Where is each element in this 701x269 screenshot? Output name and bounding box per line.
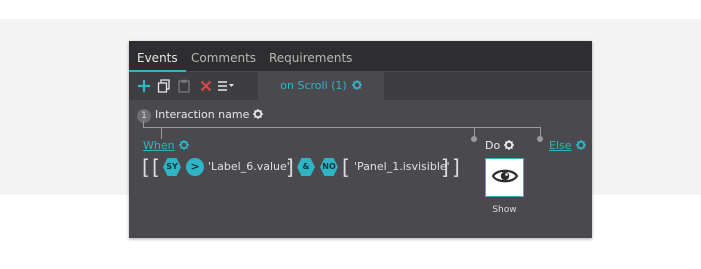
open-bracket: [ [142, 155, 150, 179]
else-label: Else [549, 139, 572, 152]
gear-icon[interactable] [575, 140, 586, 153]
close-bracket: ] [441, 155, 449, 179]
gear-icon[interactable] [178, 140, 189, 153]
copy-icon[interactable] [155, 76, 173, 96]
do-label: Do [485, 139, 501, 152]
close-bracket: ] [286, 155, 294, 179]
tab-requirements[interactable]: Requirements [269, 41, 352, 71]
list-menu-icon[interactable] [217, 76, 235, 96]
open-bracket: [ [152, 155, 160, 179]
gear-icon[interactable] [504, 140, 515, 153]
interaction-event-tab[interactable]: on Scroll (1) [258, 72, 384, 100]
plus-icon[interactable] [135, 76, 153, 96]
do-label-group[interactable]: Do [485, 139, 515, 153]
interaction-name-label: Interaction name [155, 108, 250, 121]
action-label: Show [492, 205, 517, 215]
close-bracket: ] [452, 155, 460, 179]
when-label: When [143, 139, 175, 152]
eye-icon [491, 167, 518, 189]
gear-icon[interactable] [253, 109, 264, 122]
events-panel: Events Comments Requirements on Scroll (… [129, 41, 592, 238]
interaction-number-badge: 1 [137, 109, 151, 123]
gear-icon[interactable] [351, 73, 362, 101]
no-badge[interactable]: NO [320, 158, 338, 176]
connector-dot [471, 136, 477, 142]
delete-icon[interactable] [197, 76, 215, 96]
events-toolbar: on Scroll (1) [129, 72, 592, 100]
show-action-button[interactable] [485, 158, 524, 197]
right-value[interactable]: 'Panel_1.isvisible' [354, 160, 450, 173]
paste-icon[interactable] [175, 76, 193, 96]
event-tab-label: on Scroll (1) [280, 79, 347, 92]
tab-events[interactable]: Events [129, 41, 186, 72]
left-value[interactable]: 'Label_6.value' [208, 160, 290, 173]
panel-tab-bar: Events Comments Requirements [129, 41, 592, 72]
tab-comments[interactable]: Comments [191, 41, 256, 71]
connector-dot [537, 136, 543, 142]
operator-badge[interactable]: > [186, 158, 204, 176]
connector-line [161, 127, 162, 139]
when-link[interactable]: When [143, 139, 189, 153]
connector-line [143, 127, 540, 128]
and-badge[interactable]: & [297, 158, 315, 176]
sy-badge[interactable]: SY [163, 158, 181, 176]
else-link[interactable]: Else [549, 139, 586, 153]
interaction-name[interactable]: Interaction name [155, 108, 264, 122]
open-bracket: [ [342, 155, 350, 179]
